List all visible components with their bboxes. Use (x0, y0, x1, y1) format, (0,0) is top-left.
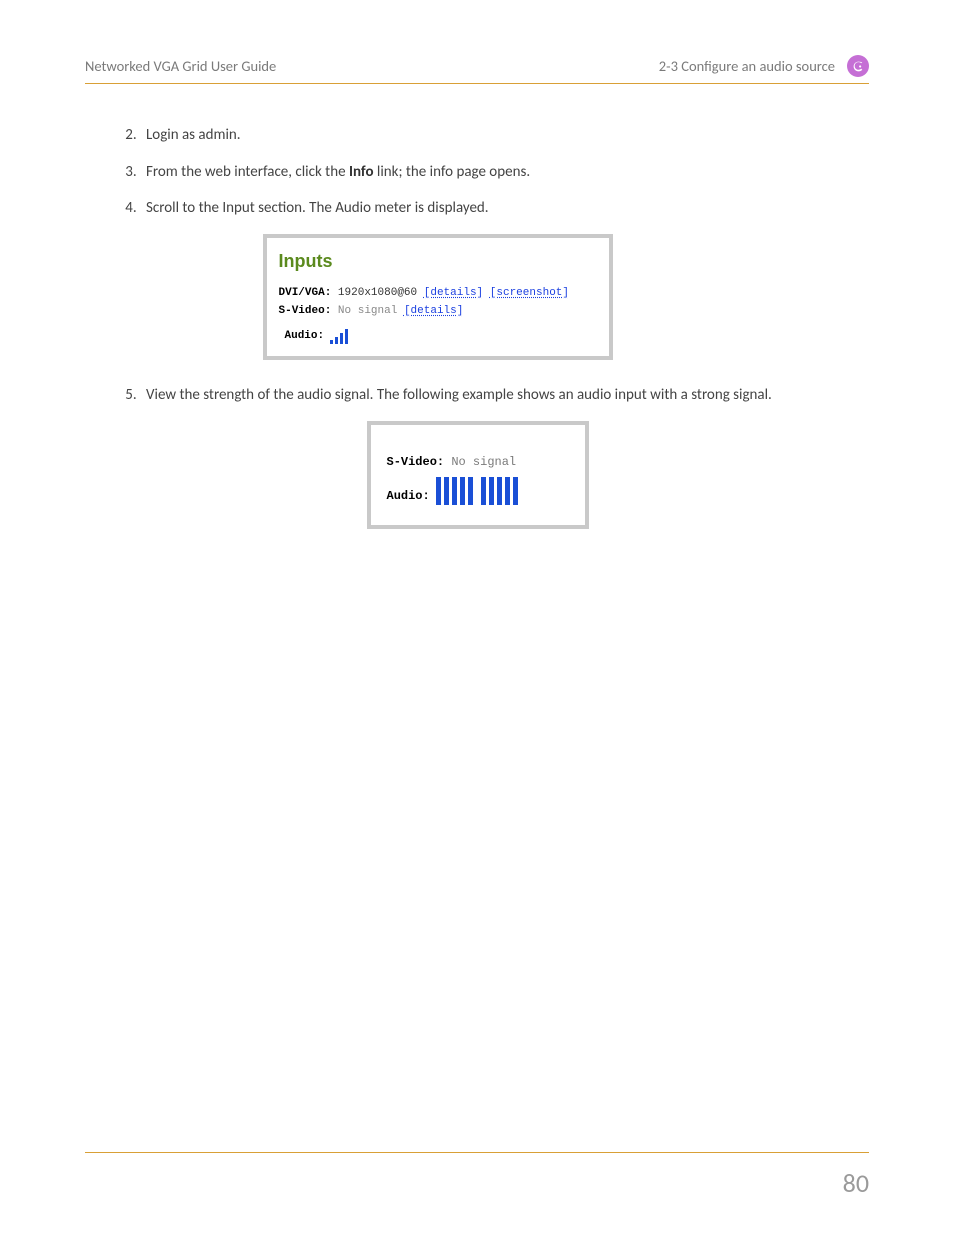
audio-label: Audio: (285, 328, 325, 345)
step-list: Login as admin. From the web interface, … (140, 124, 869, 529)
audio-row: Audio: (285, 328, 597, 345)
inputs-title: Inputs (279, 248, 597, 275)
step-5-text: View the strength of the audio signal. T… (146, 386, 772, 404)
step-3-bold: Info (349, 163, 374, 181)
dvi-details-link[interactable]: [details] (424, 287, 483, 299)
step-2-text: Login as admin. (146, 126, 241, 144)
svideo-no-signal: No signal (338, 305, 397, 317)
dvi-screenshot-link[interactable]: [screenshot] (490, 287, 569, 299)
audio-meter-icon (330, 328, 348, 344)
header-left: Networked VGA Grid User Guide (85, 57, 276, 75)
step-3-text-a: From the web interface, click the (146, 163, 349, 181)
svideo-row: S-Video: No signal [details] (279, 303, 597, 320)
step-3: From the web interface, click the Info l… (140, 161, 869, 184)
step-4-text: Scroll to the Input section. The Audio m… (146, 199, 489, 217)
brand-logo-icon (847, 55, 869, 77)
figure-audio-strong: S-Video: No signal Audio: (367, 421, 589, 529)
footer-rule (85, 1152, 869, 1153)
header-right: 2-3 Configure an audio source (659, 57, 835, 75)
page-header: Networked VGA Grid User Guide 2-3 Config… (85, 55, 869, 84)
page-number: 80 (843, 1167, 869, 1199)
step-3-text-c: link; the info page opens. (374, 163, 531, 181)
svideo-row-2: S-Video: No signal (387, 453, 569, 471)
dvi-label: DVI/VGA: (279, 287, 332, 299)
svideo-label: S-Video: (279, 305, 332, 317)
audio-row-2: Audio: (387, 475, 569, 505)
step-5: View the strength of the audio signal. T… (140, 384, 869, 529)
dvi-row: DVI/VGA: 1920x1080@60 [details] [screens… (279, 285, 597, 302)
audio-label-2: Audio: (387, 487, 430, 505)
step-4: Scroll to the Input section. The Audio m… (140, 197, 869, 360)
audio-meter-strong-icon (436, 475, 518, 505)
step-2: Login as admin. (140, 124, 869, 147)
svideo-no-signal-2: No signal (451, 455, 516, 469)
svideo-label-2: S-Video: (387, 455, 445, 469)
figure-inputs-panel: Inputs DVI/VGA: 1920x1080@60 [details] [… (263, 234, 613, 361)
svideo-details-link[interactable]: [details] (404, 305, 463, 317)
dvi-value: 1920x1080@60 (338, 287, 417, 299)
